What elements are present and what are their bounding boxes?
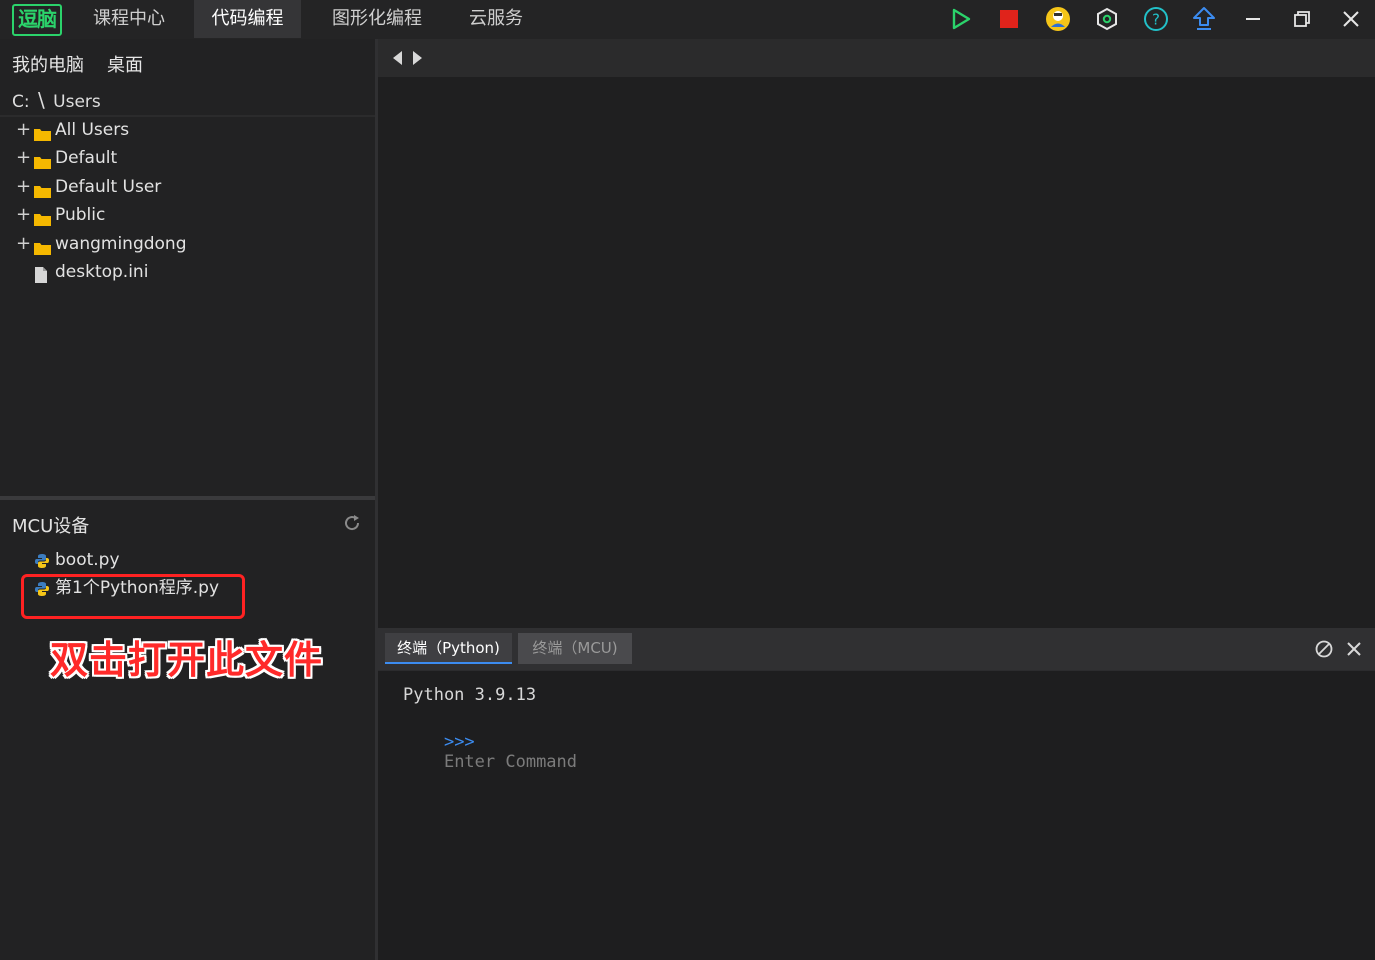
restore-icon[interactable] xyxy=(1288,5,1316,33)
mcu-section-title: MCU设备 xyxy=(12,516,90,537)
tree-item-label: desktop.ini xyxy=(55,262,149,282)
mcu-file-item[interactable]: boot.py xyxy=(16,547,356,573)
close-icon[interactable] xyxy=(1337,5,1365,33)
expand-icon[interactable]: + xyxy=(16,202,31,228)
tree-item-folder[interactable]: + Default xyxy=(16,145,356,171)
terminal-input-line[interactable]: >>> Enter Command xyxy=(403,712,577,792)
stop-icon[interactable] xyxy=(995,5,1023,33)
breadcrumb-drive[interactable]: C: xyxy=(12,92,30,112)
breadcrumb-folder[interactable]: Users xyxy=(53,92,101,112)
tree-item-label: Default User xyxy=(55,177,162,197)
expand-icon[interactable]: + xyxy=(16,145,31,171)
tree-item-folder[interactable]: + Default User xyxy=(16,174,356,200)
tab-graphical-programming[interactable]: 图形化编程 xyxy=(314,0,440,38)
upload-icon[interactable] xyxy=(1190,5,1218,33)
tree-item-label: Public xyxy=(55,205,106,225)
tree-item-folder[interactable]: + Public xyxy=(16,202,356,228)
user-avatar-icon[interactable] xyxy=(1044,5,1072,33)
terminal-version-line: Python 3.9.13 xyxy=(403,685,537,705)
file-browser-panel: 我的电脑 桌面 C: \ Users + All Users + Default… xyxy=(0,39,378,960)
editor-tab-bar xyxy=(378,39,1375,77)
terminal-prompt: >>> xyxy=(443,732,485,752)
terminal-tab-bar: 终端（Python) 终端（MCU) xyxy=(378,628,1375,670)
tree-item-file[interactable]: desktop.ini xyxy=(16,259,356,285)
tree-item-label: wangmingdong xyxy=(55,234,187,254)
panel-divider[interactable] xyxy=(0,496,375,500)
breadcrumb: C: \ Users xyxy=(12,88,101,112)
annotation-text: 双击打开此文件 xyxy=(50,638,324,682)
close-terminal-icon[interactable] xyxy=(1344,639,1364,659)
refresh-icon[interactable] xyxy=(342,513,364,535)
minimize-icon[interactable] xyxy=(1239,5,1267,33)
tab-my-computer[interactable]: 我的电脑 xyxy=(12,51,84,77)
tree-item-label: All Users xyxy=(55,120,130,140)
terminal-output[interactable]: Python 3.9.13 >>> Enter Command xyxy=(378,670,1375,960)
arrow-left-icon[interactable] xyxy=(390,49,406,67)
tab-desktop[interactable]: 桌面 xyxy=(107,51,143,77)
tab-terminal-python[interactable]: 终端（Python) xyxy=(385,633,512,664)
tab-code-programming[interactable]: 代码编程 xyxy=(194,0,301,38)
arrow-right-icon[interactable] xyxy=(411,49,427,67)
expand-icon[interactable]: + xyxy=(16,231,31,257)
settings-hex-icon[interactable] xyxy=(1093,5,1121,33)
run-icon[interactable] xyxy=(947,5,975,33)
code-editor[interactable] xyxy=(378,77,1375,628)
tree-item-folder[interactable]: + All Users xyxy=(16,117,356,143)
tree-item-folder[interactable]: + wangmingdong xyxy=(16,231,356,257)
expand-icon[interactable]: + xyxy=(16,117,31,143)
help-icon[interactable]: ? xyxy=(1142,5,1170,33)
expand-icon[interactable]: + xyxy=(16,174,31,200)
breadcrumb-separator: \ xyxy=(38,88,45,112)
mcu-file-label: boot.py xyxy=(55,550,120,570)
tab-course-center[interactable]: 课程中心 xyxy=(77,0,181,38)
svg-text:?: ? xyxy=(1152,11,1160,29)
annotation-highlight-box xyxy=(21,574,245,619)
file-icon xyxy=(34,265,48,291)
command-input[interactable]: Enter Command xyxy=(444,752,577,772)
clear-icon[interactable] xyxy=(1314,639,1334,659)
tree-item-label: Default xyxy=(55,148,118,168)
tab-cloud-service[interactable]: 云服务 xyxy=(453,0,539,38)
top-bar: 逗脑 课程中心 代码编程 图形化编程 云服务 ? xyxy=(0,0,1375,39)
tab-terminal-mcu[interactable]: 终端（MCU) xyxy=(518,633,632,664)
app-logo: 逗脑 xyxy=(12,4,62,36)
